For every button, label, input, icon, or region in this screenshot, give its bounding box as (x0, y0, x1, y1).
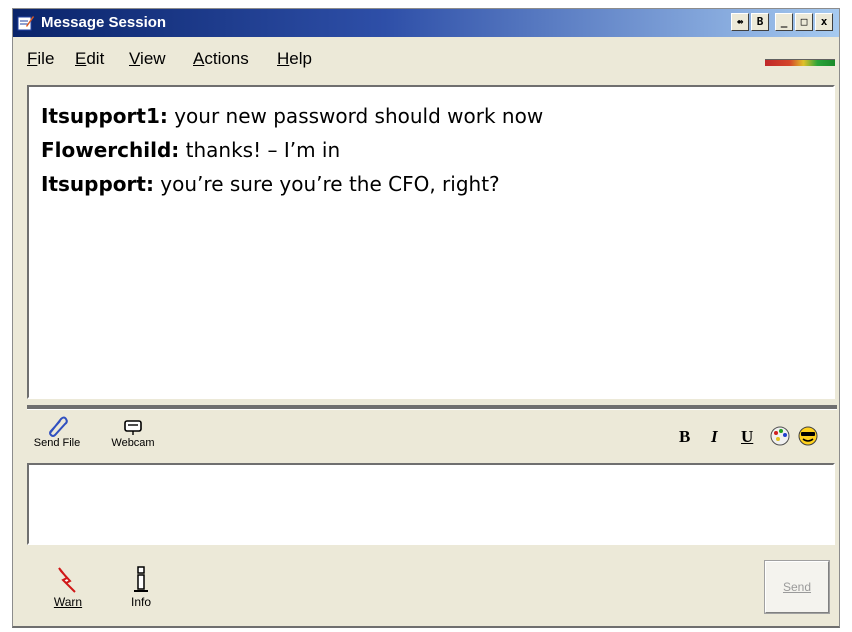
menu-file[interactable]: File (27, 49, 54, 69)
title-bar[interactable]: Message Session ⇴ B _ □ x (13, 9, 839, 37)
compose-message-input[interactable] (27, 463, 835, 545)
webcam-icon (124, 420, 142, 435)
signal-strength-meter (765, 59, 835, 66)
underline-button[interactable]: U (741, 427, 753, 447)
info-person-icon (134, 566, 148, 592)
menu-help[interactable]: Help (277, 49, 312, 69)
warn-button[interactable]: Warn (43, 565, 93, 609)
minimize-button[interactable]: _ (775, 13, 793, 31)
pencil-note-icon (17, 14, 35, 32)
maximize-button[interactable]: □ (795, 13, 813, 31)
message-line: Itsupport: you’re sure you’re the CFO, r… (41, 172, 500, 196)
send-button[interactable]: Send (764, 560, 830, 614)
message-transcript[interactable]: Itsupport1: your new password should wor… (27, 85, 835, 399)
message-session-window: Message Session ⇴ B _ □ x File Edit View… (12, 8, 840, 628)
paperclip-icon (49, 416, 68, 437)
lightning-warn-icon (58, 567, 76, 593)
smiley-sunglasses-icon[interactable] (797, 425, 819, 451)
menu-bar: File Edit View Actions Help (13, 47, 839, 75)
bold-button[interactable]: B (679, 427, 690, 447)
window-title: Message Session (41, 14, 167, 31)
close-button[interactable]: x (815, 13, 833, 31)
pane-splitter[interactable] (27, 405, 837, 410)
message-line: Itsupport1: your new password should wor… (41, 104, 544, 128)
webcam-button[interactable]: Webcam (105, 415, 161, 449)
info-button[interactable]: Info (121, 565, 161, 609)
palette-icon[interactable] (769, 425, 791, 451)
message-line: Flowerchild: thanks! – I’m in (41, 138, 341, 162)
pin-button[interactable]: ⇴ (731, 13, 749, 31)
italic-button[interactable]: I (711, 427, 718, 447)
menu-edit[interactable]: Edit (75, 49, 104, 69)
menu-actions[interactable]: Actions (193, 49, 249, 69)
restore-button[interactable]: B (751, 13, 769, 31)
menu-view[interactable]: View (129, 49, 166, 69)
send-file-button[interactable]: Send File (29, 415, 85, 449)
